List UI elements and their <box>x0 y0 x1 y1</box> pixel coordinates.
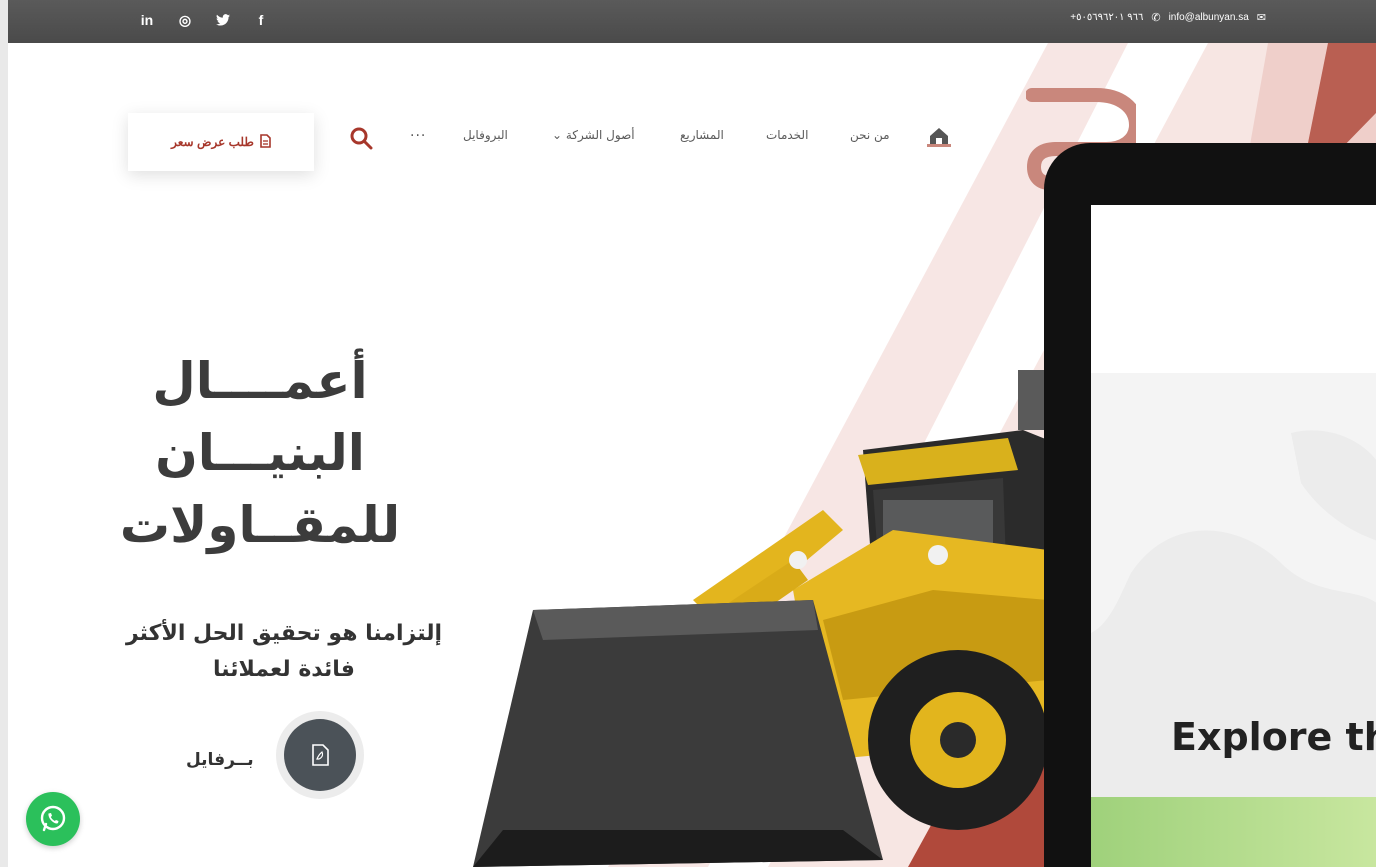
hero-title-line: للمقــاولات <box>119 496 401 554</box>
more-menu-icon[interactable]: ··· <box>410 128 426 144</box>
contact-info: +٩٦٦ ٥٠٥٦٩٦٢٠١ ✆ info@albunyan.sa ✉ <box>1070 11 1266 24</box>
home-icon <box>927 128 951 147</box>
home-link[interactable] <box>927 125 951 151</box>
whatsapp-button[interactable] <box>26 792 80 846</box>
pdf-icon <box>312 744 329 766</box>
request-quote-button[interactable]: طلب عرض سعر <box>128 113 314 171</box>
whatsapp-icon <box>40 805 66 832</box>
hero-subtitle-line: إلتزامنا هو تحقيق الحل الأكثر <box>126 621 442 646</box>
tablet-banner <box>1091 797 1376 867</box>
tablet-screen: Explore th <box>1091 205 1376 867</box>
social-links: in ◎ f <box>138 10 270 30</box>
instagram-icon[interactable]: ◎ <box>176 10 194 30</box>
profile-label[interactable]: بــرفايل <box>186 750 254 770</box>
twitter-icon[interactable] <box>214 10 232 30</box>
nav-about[interactable]: من نحن <box>850 128 890 142</box>
document-icon <box>260 133 271 151</box>
hero-title-line: البنيـــان <box>155 424 365 482</box>
facebook-icon[interactable]: f <box>252 10 270 30</box>
search-icon[interactable] <box>349 126 373 150</box>
nav-company-assets[interactable]: أصول الشركة ⌄ <box>552 128 635 142</box>
profile-download-button[interactable] <box>276 711 364 799</box>
linkedin-icon[interactable]: in <box>138 10 156 30</box>
hero-subtitle-line: فائدة لعملائنا <box>213 657 355 682</box>
nav-profile[interactable]: البروفايل <box>463 128 508 142</box>
phone-icon: ✆ <box>1151 12 1161 24</box>
phone-number[interactable]: +٩٦٦ ٥٠٥٦٩٦٢٠١ <box>1070 12 1143 23</box>
wheel-loader-image <box>473 370 1048 867</box>
envelope-icon: ✉ <box>1256 12 1266 24</box>
request-quote-label: طلب عرض سعر <box>171 135 254 149</box>
tablet-heading: Explore th <box>1171 715 1376 759</box>
top-bar: in ◎ f +٩٦٦ ٥٠٥٦٩٦٢٠١ ✆ info@albunyan.sa… <box>8 0 1376 43</box>
hero-subtitle: إلتزامنا هو تحقيق الحل الأكثر فائدة لعمل… <box>104 616 464 688</box>
hero-title: أعمــــال البنيـــان للمقــاولات <box>100 345 420 561</box>
hero-title-line: أعمــــال <box>152 352 368 410</box>
nav-services[interactable]: الخدمات <box>766 128 808 142</box>
nav-projects[interactable]: المشاريع <box>680 128 724 142</box>
email-address[interactable]: info@albunyan.sa <box>1169 12 1249 23</box>
page: in ◎ f +٩٦٦ ٥٠٥٦٩٦٢٠١ ✆ info@albunyan.sa… <box>8 0 1376 867</box>
profile-button-inner <box>284 719 356 791</box>
